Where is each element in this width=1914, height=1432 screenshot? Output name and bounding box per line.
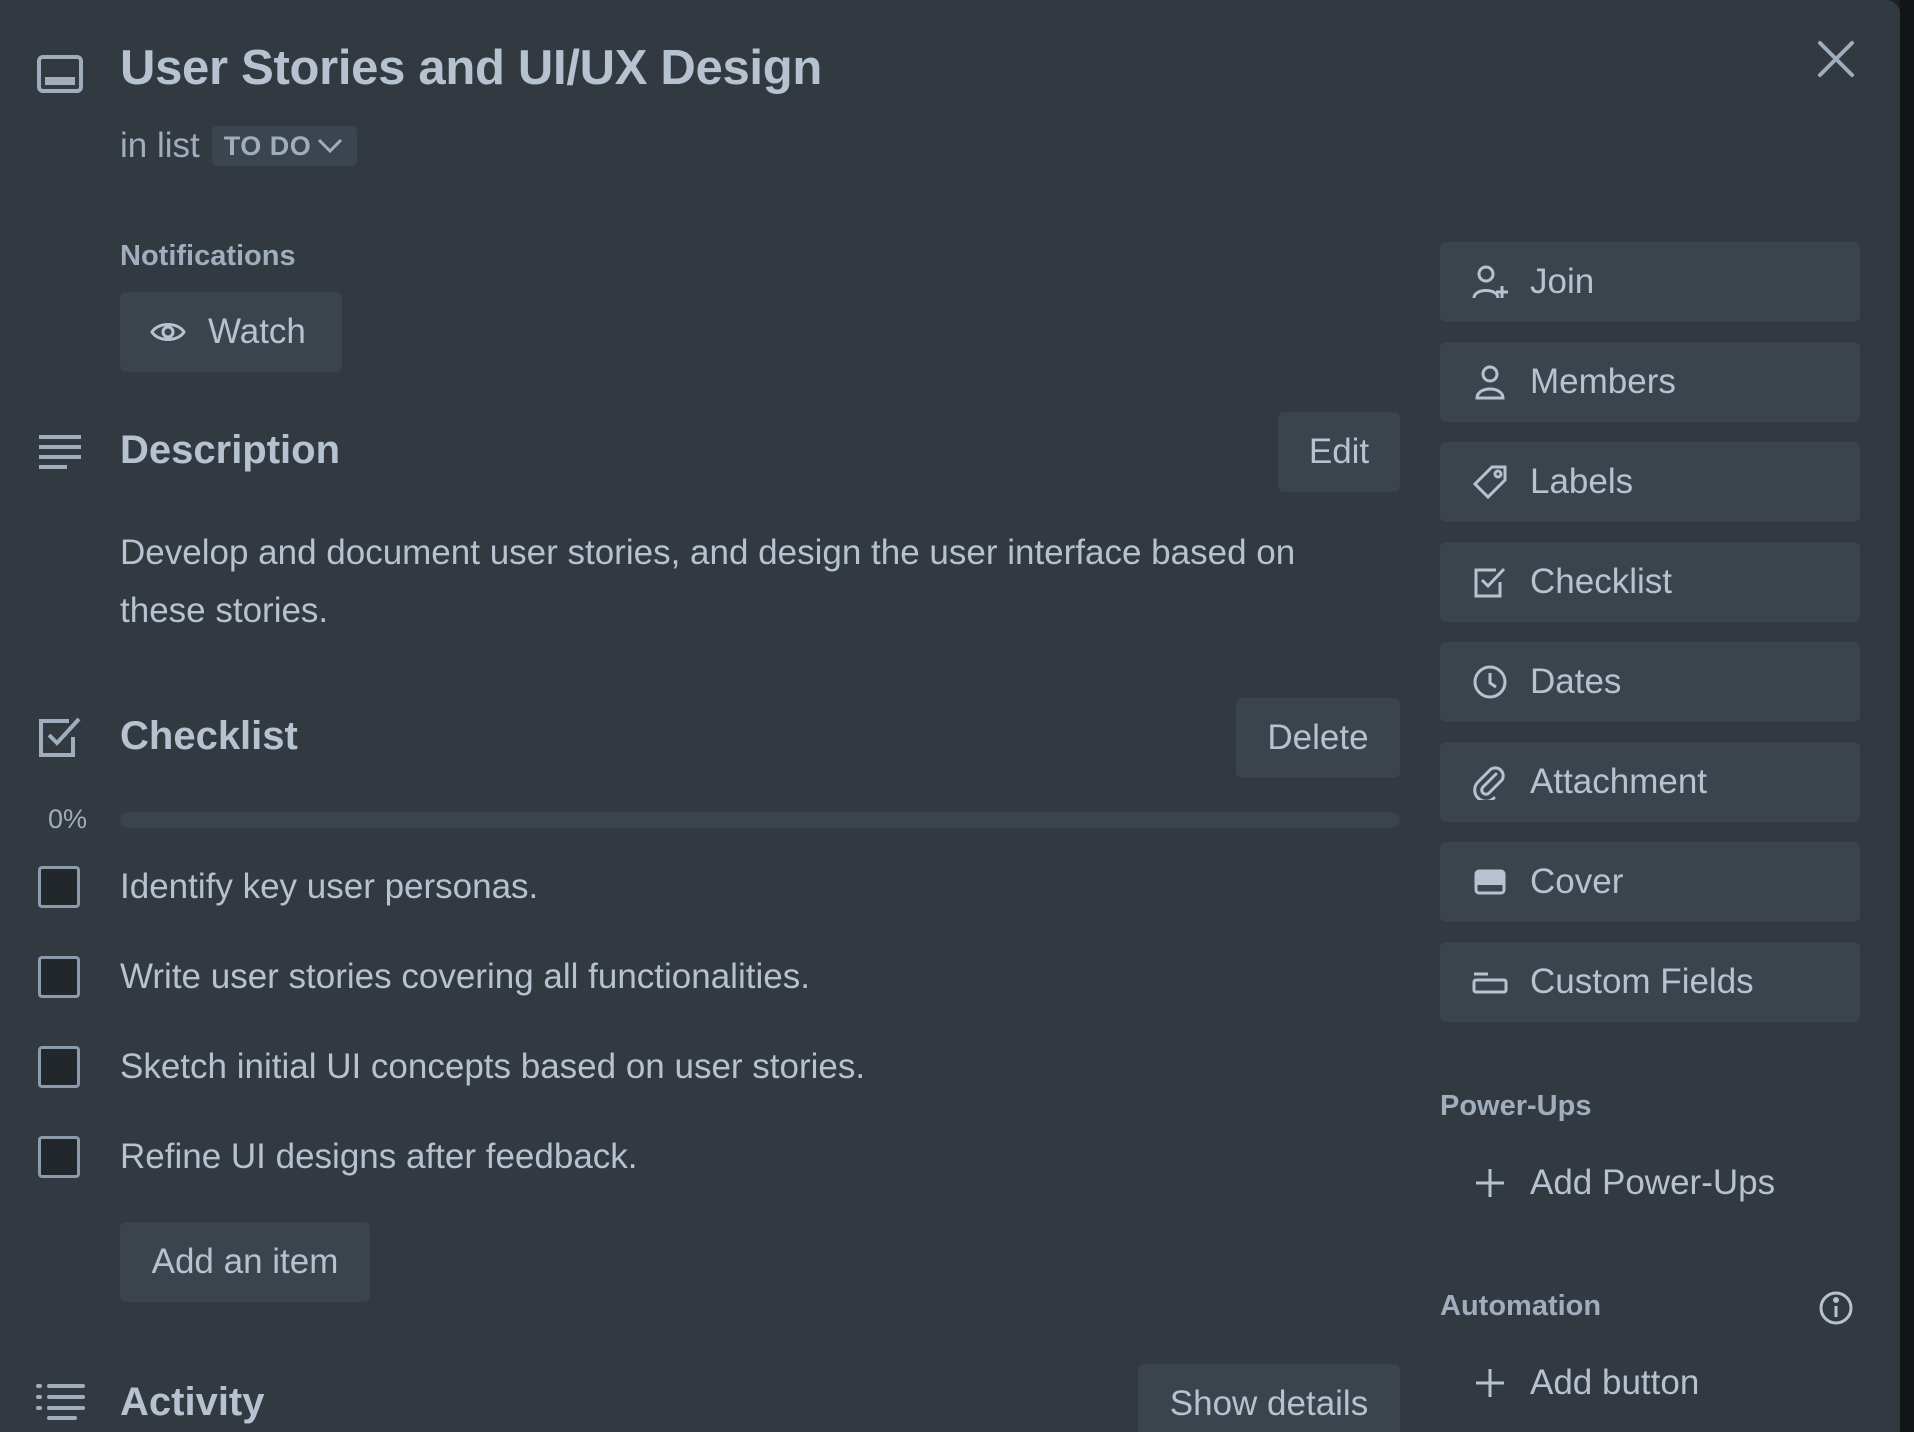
list-name: TO DO — [223, 130, 312, 161]
list-indicator: in list TO DO — [120, 126, 358, 166]
show-details-button[interactable]: Show details — [1138, 1364, 1400, 1432]
add-power-ups-label: Add Power-Ups — [1530, 1163, 1776, 1202]
edit-label: Edit — [1308, 432, 1370, 471]
dates-button[interactable]: Dates — [1440, 642, 1860, 722]
add-power-ups-button[interactable]: Add Power-Ups — [1440, 1148, 1860, 1218]
checklist-item-checkbox[interactable] — [38, 866, 80, 908]
members-label: Members — [1530, 362, 1676, 401]
watch-label: Watch — [208, 312, 306, 351]
card-detail-modal: User Stories and UI/UX Design in list TO… — [0, 0, 1900, 1432]
info-icon[interactable] — [1816, 1288, 1856, 1328]
card-icon — [36, 50, 84, 98]
person-add-icon — [1472, 264, 1508, 300]
labels-label: Labels — [1530, 462, 1634, 501]
checklist-item-checkbox[interactable] — [38, 1046, 80, 1088]
checklist-item-text[interactable]: Sketch initial UI concepts based on user… — [120, 1047, 865, 1087]
checkbox-icon — [1472, 564, 1508, 600]
custom-fields-button[interactable]: Custom Fields — [1440, 942, 1860, 1022]
cover-icon — [1472, 864, 1508, 900]
tag-icon — [1472, 464, 1508, 500]
description-text[interactable]: Develop and document user stories, and d… — [120, 524, 1390, 640]
description-icon — [36, 432, 84, 472]
automation-label: Automation — [1440, 1290, 1602, 1322]
person-icon — [1472, 364, 1508, 400]
paperclip-icon — [1472, 764, 1508, 800]
custom-fields-icon — [1472, 964, 1508, 1000]
checklist-item: Identify key user personas. — [38, 862, 538, 912]
power-ups-label: Power-Ups — [1440, 1090, 1592, 1122]
delete-checklist-button[interactable]: Delete — [1236, 698, 1400, 778]
checklist-icon — [36, 714, 84, 762]
checklist-item: Write user stories covering all function… — [38, 952, 810, 1002]
card-title[interactable]: User Stories and UI/UX Design — [120, 40, 822, 96]
checklist-progress-percent: 0% — [48, 804, 88, 834]
checklist-progress-bar — [120, 812, 1400, 828]
plus-icon — [1472, 1365, 1508, 1401]
checklist-title[interactable]: Checklist — [120, 714, 298, 759]
join-label: Join — [1530, 262, 1595, 301]
activity-title: Activity — [120, 1380, 265, 1424]
clock-icon — [1472, 664, 1508, 700]
attachment-button[interactable]: Attachment — [1440, 742, 1860, 822]
checklist-item-text[interactable]: Refine UI designs after feedback. — [120, 1137, 638, 1177]
checklist-action-label: Checklist — [1530, 562, 1672, 601]
show-details-label: Show details — [1169, 1384, 1369, 1423]
cover-label: Cover — [1530, 862, 1624, 901]
checklist-item-checkbox[interactable] — [38, 1136, 80, 1178]
checklist-item-checkbox[interactable] — [38, 956, 80, 998]
board-background — [1900, 0, 1914, 1432]
checklist-item-text[interactable]: Identify key user personas. — [120, 867, 538, 907]
members-button[interactable]: Members — [1440, 342, 1860, 422]
in-list-label: in list — [120, 126, 200, 165]
notifications-label: Notifications — [120, 240, 296, 272]
chevron-down-icon — [318, 138, 343, 154]
list-selector[interactable]: TO DO — [211, 126, 358, 166]
add-checklist-item-button[interactable]: Add an item — [120, 1222, 370, 1302]
dates-label: Dates — [1530, 662, 1622, 701]
add-button-label: Add button — [1530, 1363, 1700, 1402]
activity-icon — [34, 1382, 86, 1422]
labels-button[interactable]: Labels — [1440, 442, 1860, 522]
join-button[interactable]: Join — [1440, 242, 1860, 322]
watch-button[interactable]: Watch — [120, 292, 342, 372]
cover-button[interactable]: Cover — [1440, 842, 1860, 922]
eye-icon — [150, 318, 186, 346]
checklist-item-text[interactable]: Write user stories covering all function… — [120, 957, 810, 997]
checklist-item: Sketch initial UI concepts based on user… — [38, 1042, 865, 1092]
edit-description-button[interactable]: Edit — [1278, 412, 1400, 492]
add-automation-button[interactable]: Add button — [1440, 1348, 1860, 1418]
plus-icon — [1472, 1165, 1508, 1201]
close-icon — [1818, 41, 1854, 77]
checklist-button[interactable]: Checklist — [1440, 542, 1860, 622]
checklist-item: Refine UI designs after feedback. — [38, 1132, 638, 1182]
delete-label: Delete — [1267, 718, 1369, 757]
attachment-label: Attachment — [1530, 762, 1708, 801]
add-item-label: Add an item — [151, 1242, 339, 1281]
description-title: Description — [120, 428, 341, 472]
custom-fields-label: Custom Fields — [1530, 962, 1754, 1001]
close-button[interactable] — [1810, 33, 1862, 85]
